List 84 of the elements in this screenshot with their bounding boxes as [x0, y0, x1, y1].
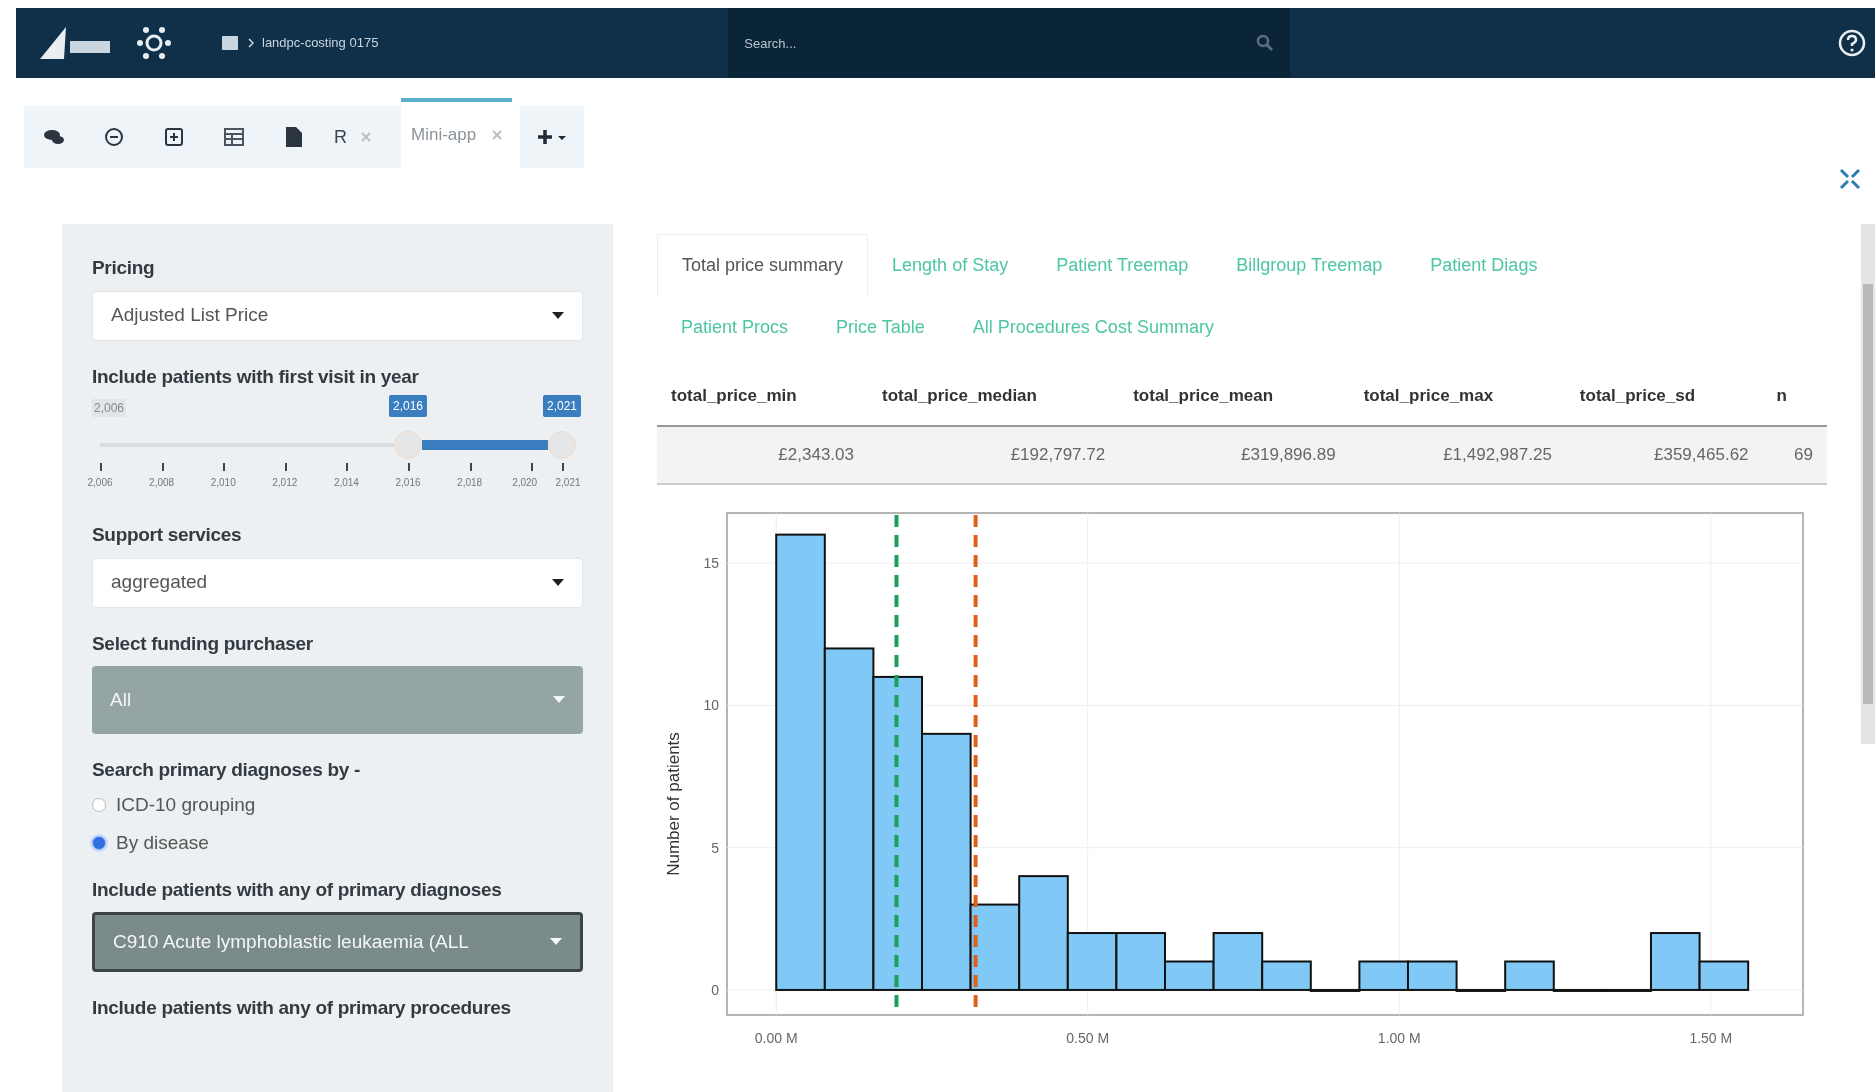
slider-tick — [284, 463, 287, 471]
slider-tick — [408, 463, 410, 471]
slider-tick — [100, 463, 102, 471]
slider-tick-label: 2,006 — [87, 476, 113, 490]
slider-value-label: 2,016 — [389, 395, 427, 417]
x-tick-label: 0.50 M — [1066, 1030, 1110, 1046]
radio-button[interactable] — [92, 797, 106, 812]
x-tick-label: 1.50 M — [1689, 1030, 1733, 1046]
content-tab[interactable]: Total price summary — [657, 234, 869, 296]
search-icon — [1256, 34, 1275, 52]
table-cell: £319,896.89 — [1119, 426, 1350, 484]
slider-tick-label: 2,020 — [512, 476, 538, 490]
x-tick-label: 1.00 M — [1377, 1030, 1421, 1046]
field-label: Include patients with any of primary diagnoses — [92, 877, 503, 902]
chevron-icon — [248, 38, 254, 48]
slider-thumb[interactable] — [394, 431, 422, 459]
slider-tick — [531, 463, 534, 471]
workspace-tab[interactable]: Mini-app — [401, 98, 513, 168]
column-header: n — [1762, 366, 1828, 426]
y-tick-label: 5 — [711, 839, 720, 856]
scrollbar[interactable] — [1861, 224, 1875, 744]
radio-button[interactable] — [92, 836, 106, 851]
slider-tick — [469, 463, 472, 471]
column-header: total_price_max — [1349, 366, 1566, 426]
y-tick-label: 10 — [703, 697, 720, 714]
slider-tick-label: 2,014 — [333, 476, 359, 490]
field-label: Include patients with first visit in year — [92, 364, 420, 389]
slider-tick — [161, 463, 164, 471]
caret-icon — [553, 696, 566, 704]
slider-tick-label: 2,021 — [555, 476, 581, 490]
slider-tick-label: 2,010 — [210, 476, 236, 490]
slider-tick — [562, 463, 564, 471]
column-header: total_price_sd — [1565, 366, 1763, 426]
y-tick-label: 15 — [703, 555, 720, 572]
field-label: Pricing — [92, 256, 156, 280]
column-header: total_price_mean — [1119, 366, 1350, 426]
slider-thumb[interactable] — [548, 431, 576, 459]
y-axis-title: Number of patients — [664, 732, 684, 876]
slider-tick-label: 2,008 — [149, 476, 175, 490]
add-tab-button[interactable] — [520, 106, 585, 168]
dropdown[interactable]: C910 Acute lymphoblastic leukaemia (ALL — [92, 912, 584, 972]
dropdown[interactable]: Adjusted List Price — [92, 290, 584, 341]
column-header: total_price_median — [868, 366, 1120, 426]
y-tick-label: 0 — [711, 981, 720, 998]
field-label: Support services — [92, 523, 243, 547]
caret-icon — [552, 311, 565, 320]
workspace-tab[interactable]: R — [324, 106, 381, 168]
project-icon — [222, 36, 238, 50]
caret-icon — [550, 938, 563, 946]
radio-option[interactable]: By disease — [92, 829, 584, 858]
slider-tick — [223, 463, 226, 471]
slider-tick — [346, 463, 349, 471]
slider-value-label: 2,021 — [543, 395, 581, 417]
field-label: Select funding purchaser — [92, 631, 314, 656]
table-cell: £1,492,987.25 — [1349, 426, 1566, 484]
network-icon — [134, 25, 174, 61]
help-icon[interactable] — [1837, 28, 1867, 58]
content-tab[interactable]: Patient Procs — [657, 296, 813, 358]
table-cell: £192,797.72 — [868, 426, 1120, 484]
slider-tick-label: 2,018 — [457, 476, 483, 490]
content-tab[interactable]: Patient Diags — [1406, 234, 1562, 296]
field-label: Search primary diagnoses by - — [92, 758, 361, 782]
content-tab[interactable]: Billgroup Treemap — [1212, 234, 1407, 296]
table-cell: £2,343.03 — [657, 426, 868, 484]
slider-tick-label: 2,012 — [272, 476, 298, 490]
slider-min-label: 2,006 — [92, 399, 127, 417]
content-tab[interactable]: Patient Treemap — [1032, 234, 1213, 296]
column-header: total_price_min — [657, 366, 868, 426]
dropdown[interactable]: aggregated — [92, 557, 584, 608]
slider-tick-label: 2,016 — [395, 476, 421, 490]
content-tab[interactable]: All Procedures Cost Summary — [948, 296, 1238, 358]
content-tab[interactable]: Length of Stay — [868, 234, 1033, 296]
breadcrumb-link[interactable]: landpc-costing 0175 — [262, 33, 379, 53]
dropdown[interactable]: All — [92, 666, 584, 734]
caret-icon — [552, 578, 565, 587]
plus-icon — [537, 129, 568, 145]
expand-icon[interactable] — [1839, 168, 1861, 190]
table-cell: £359,465.62 — [1565, 426, 1763, 484]
table-cell: 69 — [1762, 426, 1828, 484]
content-tab[interactable]: Price Table — [812, 296, 949, 358]
field-label: Include patients with any of primary procedures — [92, 996, 512, 1020]
radio-option[interactable]: ICD-10 grouping — [92, 790, 584, 819]
x-tick-label: 0.00 M — [754, 1030, 798, 1046]
search-field[interactable]: Search... — [728, 8, 1291, 78]
